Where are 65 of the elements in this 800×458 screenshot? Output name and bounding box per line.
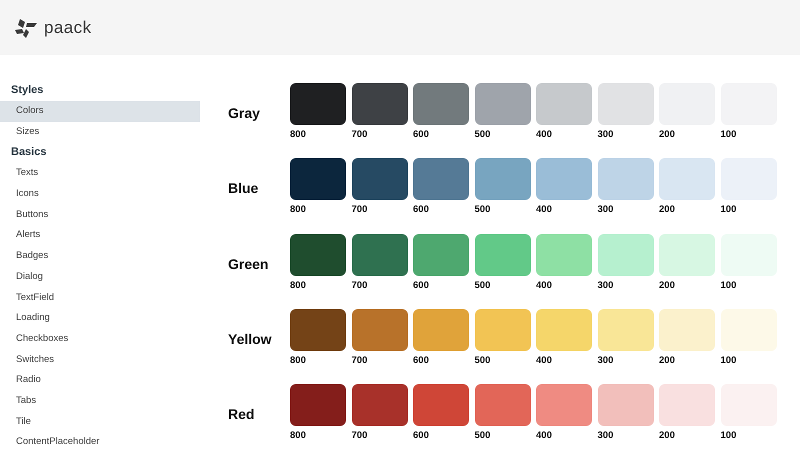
swatch-label: 600 — [413, 128, 430, 142]
swatch-label: 700 — [352, 128, 368, 142]
sidebar-item[interactable]: Alerts — [0, 225, 200, 246]
swatch-label: 700 — [352, 354, 368, 368]
sidebar-item[interactable]: Switches — [0, 350, 200, 370]
swatch-label: 800 — [290, 354, 307, 368]
swatch-label: 100 — [720, 203, 738, 218]
swatch-label: 400 — [536, 128, 553, 142]
swatch-label: 800 — [290, 278, 307, 292]
swatch-label: 200 — [659, 354, 676, 368]
swatch-label: 100 — [720, 429, 738, 443]
palette-name: Gray — [228, 104, 261, 123]
swatch-label: 400 — [536, 354, 553, 368]
swatch-label: 500 — [474, 354, 492, 368]
swatch-label: 800 — [290, 203, 307, 218]
swatch-label: 700 — [352, 429, 368, 443]
swatch-label: 300 — [598, 429, 614, 443]
swatch-label: 500 — [474, 278, 492, 292]
sidebar-item[interactable]: Badges — [0, 246, 200, 267]
palette-name: Red — [228, 405, 256, 424]
sidebar-heading: Styles — [10, 83, 44, 98]
sidebar-item[interactable]: ContentPlaceholder — [0, 432, 200, 453]
palette-name: Green — [228, 254, 270, 274]
swatch-label: 700 — [352, 278, 368, 292]
palette-name: Yellow — [228, 330, 273, 349]
swatch-label: 200 — [659, 278, 676, 292]
sidebar-item[interactable]: Radio — [0, 370, 200, 391]
swatch-label: 100 — [720, 128, 738, 142]
sidebar-item[interactable]: Sizes — [0, 122, 200, 142]
logo-text: paack — [44, 16, 92, 39]
palette-name: Blue — [228, 179, 260, 198]
sidebar-item[interactable]: Tile — [0, 412, 200, 432]
sidebar-item[interactable]: Buttons — [0, 204, 200, 226]
swatch-label: 100 — [720, 278, 738, 292]
swatch-label: 800 — [290, 128, 307, 142]
swatch-label: 300 — [598, 354, 614, 368]
swatch-label: 200 — [659, 429, 676, 443]
swatch-label: 300 — [598, 278, 614, 292]
sidebar-item[interactable]: Loading — [0, 308, 200, 329]
swatch-label: 600 — [413, 203, 430, 218]
sidebar-item[interactable]: TextField — [0, 288, 200, 308]
swatch-label: 300 — [598, 128, 614, 142]
swatch-label: 500 — [474, 429, 492, 443]
swatch-label: 400 — [536, 203, 553, 218]
swatch-label: 500 — [474, 203, 492, 218]
swatch-label: 200 — [659, 203, 676, 218]
swatch-label: 300 — [598, 203, 614, 218]
sidebar-item[interactable]: Tabs — [0, 390, 200, 412]
logo-icon — [14, 16, 40, 38]
swatch-label: 200 — [659, 128, 676, 142]
sidebar-item[interactable]: Colors — [0, 101, 200, 122]
sidebar-heading: Basics — [10, 145, 48, 160]
swatch-label: 800 — [290, 429, 307, 443]
sidebar-item[interactable]: Texts — [0, 163, 200, 184]
swatch-label: 400 — [536, 278, 553, 292]
swatch-label: 400 — [536, 429, 553, 443]
sidebar-item[interactable]: Icons — [0, 184, 200, 205]
swatch-label: 600 — [413, 354, 430, 368]
sidebar-item[interactable]: Checkboxes — [0, 328, 200, 350]
swatch-label: 700 — [352, 203, 368, 218]
swatch-label: 600 — [413, 429, 430, 443]
swatch-label: 500 — [474, 128, 492, 142]
swatch-label: 600 — [413, 278, 430, 292]
sidebar-item[interactable]: Dialog — [0, 266, 200, 288]
swatch-label: 100 — [720, 354, 738, 368]
